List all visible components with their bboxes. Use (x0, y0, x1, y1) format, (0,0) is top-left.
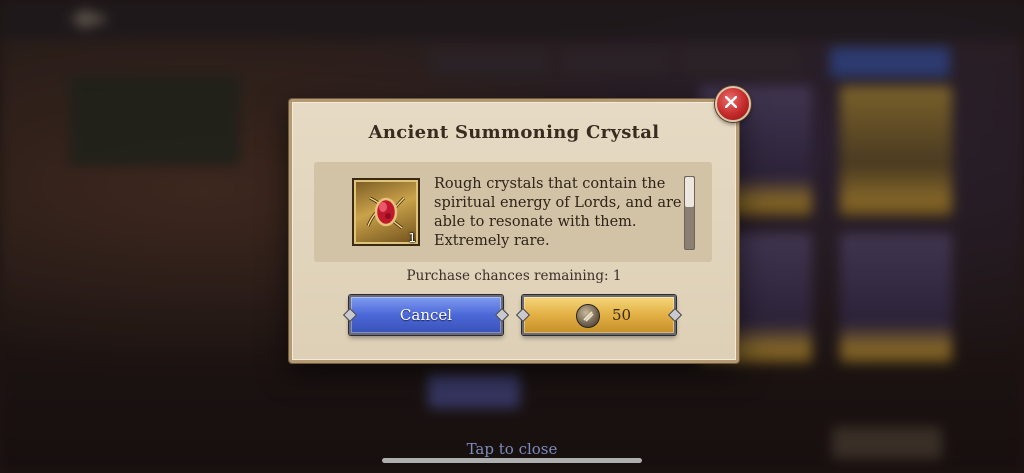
cancel-button[interactable]: Cancel (342, 295, 510, 335)
dialog-title: Ancient Summoning Crystal (368, 122, 660, 143)
item-purchase-dialog: Ancient Summoning Crystal 1 Rough crysta… (289, 99, 739, 363)
item-info-box: 1 Rough crystals that contain the spirit… (314, 162, 712, 262)
red-crystal-icon (366, 196, 406, 230)
button-ornament (494, 307, 510, 323)
buy-price: 50 (612, 306, 632, 324)
coin-icon (576, 304, 600, 328)
item-description: Rough crystals that contain the spiritua… (434, 176, 682, 249)
scrollbar-thumb[interactable] (685, 177, 694, 207)
close-icon (725, 96, 737, 108)
home-indicator[interactable] (382, 458, 642, 463)
item-slot: 1 (352, 178, 420, 246)
button-ornament (667, 307, 683, 323)
button-ornament (342, 307, 358, 323)
button-ornament (515, 307, 531, 323)
close-button[interactable] (715, 86, 751, 122)
item-quantity: 1 (408, 231, 416, 245)
description-scrollbar[interactable] (684, 176, 695, 250)
cancel-button-label: Cancel (399, 306, 453, 324)
tap-to-close-hint[interactable]: Tap to close (0, 440, 1024, 458)
buy-button[interactable]: 50 (515, 295, 683, 335)
purchase-chances-text: Purchase chances remaining: 1 (406, 268, 622, 284)
